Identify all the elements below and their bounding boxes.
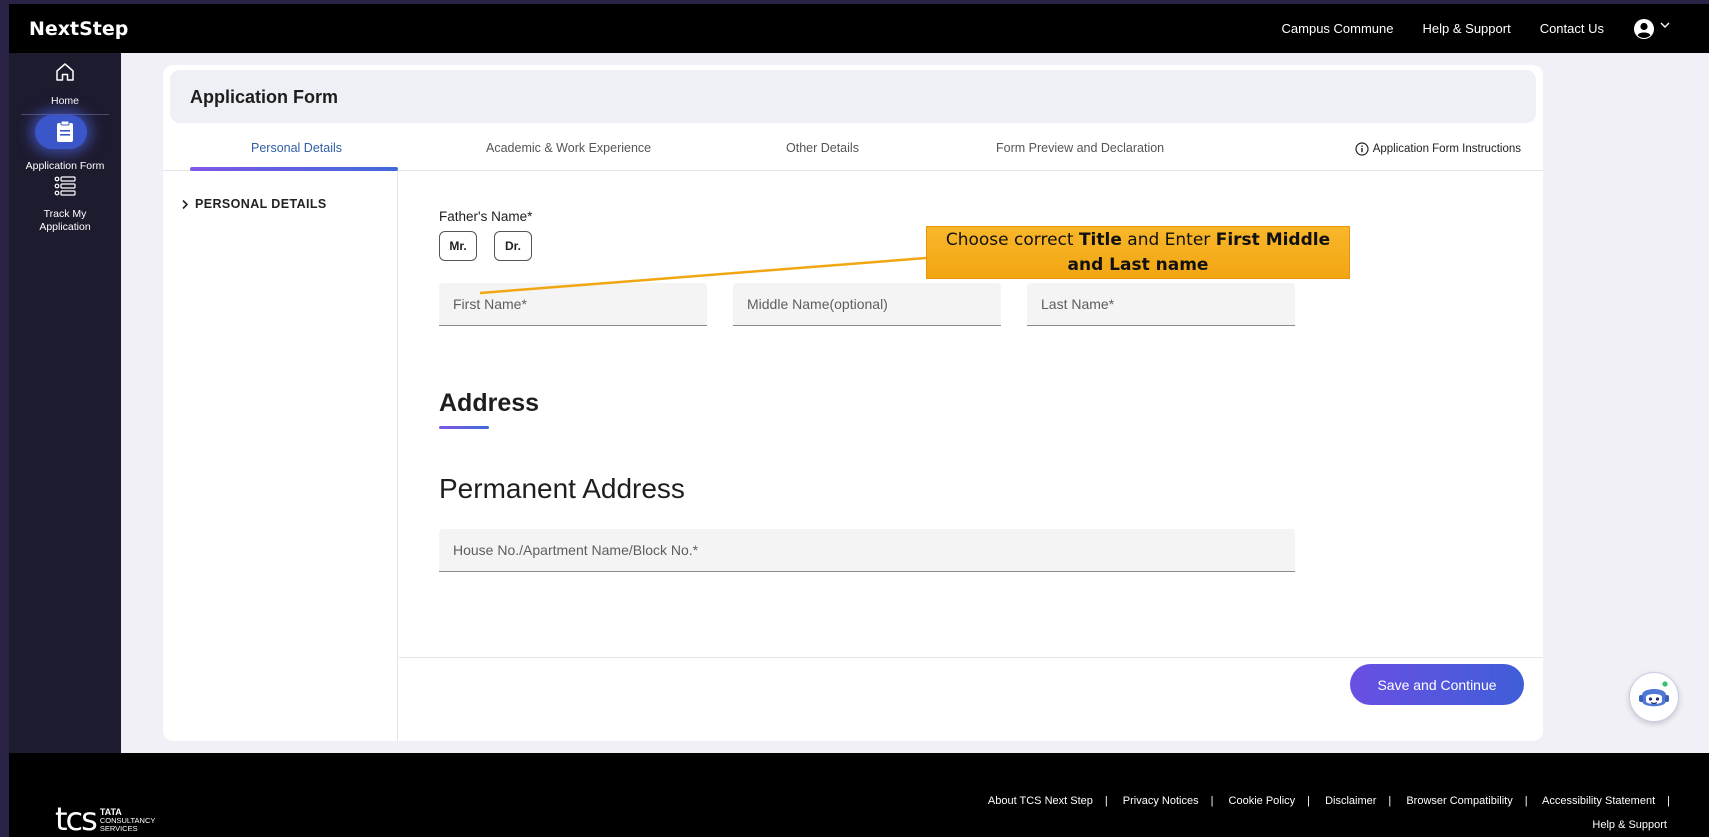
nav-contact-us[interactable]: Contact Us: [1540, 21, 1604, 36]
chatbot-icon: [1639, 681, 1669, 707]
address-heading-underline: [439, 426, 489, 429]
form-tabs: Personal Details Academic & Work Experie…: [163, 131, 1543, 171]
sidebar-item-label: Track My Application: [39, 208, 91, 233]
chatbot-button[interactable]: [1629, 672, 1679, 722]
footer-link-privacy[interactable]: Privacy Notices: [1123, 795, 1199, 807]
tcs-logo-text: TATA CONSULTANCY SERVICES: [99, 807, 156, 833]
fathers-name-label: Father's Name*: [439, 209, 533, 224]
nav-help-support[interactable]: Help & Support: [1423, 21, 1511, 36]
sidebar: Home Application Form Track My Applicati…: [9, 53, 121, 753]
footer: tcs TATA CONSULTANCY SERVICES About TCS …: [9, 753, 1709, 837]
instructions-label: Application Form Instructions: [1372, 143, 1521, 155]
main-content: Application Form Personal Details Academ…: [121, 53, 1709, 753]
app-window: NextStep Campus Commune Help & Support C…: [9, 4, 1709, 837]
footer-link-browser[interactable]: Browser Compatibility: [1406, 795, 1512, 807]
permanent-address-heading: Permanent Address: [439, 473, 685, 504]
page-title-bar: Application Form: [170, 70, 1536, 123]
card-footer-divider: [399, 657, 1543, 658]
page-title: Application Form: [190, 87, 338, 107]
user-menu[interactable]: [1633, 18, 1671, 40]
home-icon: [56, 63, 74, 81]
tab-personal-details[interactable]: Personal Details: [251, 141, 342, 155]
footer-links: About TCS Next Step | Privacy Notices | Co…: [987, 795, 1670, 807]
clipboard-icon: [57, 120, 73, 142]
house-number-input[interactable]: House No./Apartment Name/Block No.*: [439, 529, 1295, 572]
last-name-input[interactable]: Last Name*: [1027, 283, 1295, 326]
middle-name-input[interactable]: Middle Name(optional): [733, 283, 1001, 326]
list-icon: [54, 176, 76, 196]
section-nav-label: PERSONAL DETAILS: [195, 197, 327, 211]
application-card: Application Form Personal Details Academ…: [163, 65, 1543, 741]
tab-academic-work[interactable]: Academic & Work Experience: [486, 141, 651, 155]
sidebar-item-home[interactable]: Home: [9, 61, 121, 108]
info-icon: [1355, 142, 1369, 156]
chevron-right-icon: [182, 199, 189, 209]
tab-other-details[interactable]: Other Details: [786, 141, 859, 155]
nav-campus-commune[interactable]: Campus Commune: [1282, 21, 1394, 36]
brand-logo[interactable]: NextStep: [29, 18, 128, 40]
chevron-down-icon: [1660, 22, 1670, 28]
instructions-link[interactable]: Application Form Instructions: [1355, 142, 1521, 156]
footer-link-help[interactable]: Help & Support: [1592, 819, 1667, 831]
instruction-callout: Choose correct Title and Enter First Mid…: [926, 226, 1350, 279]
first-name-input[interactable]: First Name*: [439, 283, 707, 326]
address-heading: Address: [439, 389, 540, 417]
tcs-logo-mark: tcs: [55, 800, 98, 837]
title-mr-button[interactable]: Mr.: [439, 231, 477, 261]
footer-link-accessibility[interactable]: Accessibility Statement: [1542, 795, 1655, 807]
sidebar-item-track-application[interactable]: Track My Application: [9, 175, 121, 234]
footer-link-cookie[interactable]: Cookie Policy: [1229, 795, 1296, 807]
section-nav-personal-details[interactable]: PERSONAL DETAILS: [181, 197, 327, 211]
sidebar-item-label: Home: [50, 95, 79, 107]
tab-form-preview[interactable]: Form Preview and Declaration: [996, 141, 1164, 155]
sidebar-item-label: Application Form: [25, 160, 105, 172]
user-avatar-icon: [1634, 18, 1654, 39]
footer-link-disclaimer[interactable]: Disclaimer: [1325, 795, 1376, 807]
top-nav: Campus Commune Help & Support Contact Us: [1282, 4, 1709, 53]
save-and-continue-button[interactable]: Save and Continue: [1350, 664, 1524, 705]
title-dr-button[interactable]: Dr.: [494, 231, 532, 261]
top-bar: NextStep Campus Commune Help & Support C…: [9, 4, 1709, 53]
section-nav: PERSONAL DETAILS: [163, 171, 398, 741]
tcs-logo: tcs TATA CONSULTANCY SERVICES: [55, 800, 156, 837]
sidebar-item-application-form[interactable]: Application Form: [9, 115, 121, 173]
footer-link-about[interactable]: About TCS Next Step: [988, 795, 1093, 807]
